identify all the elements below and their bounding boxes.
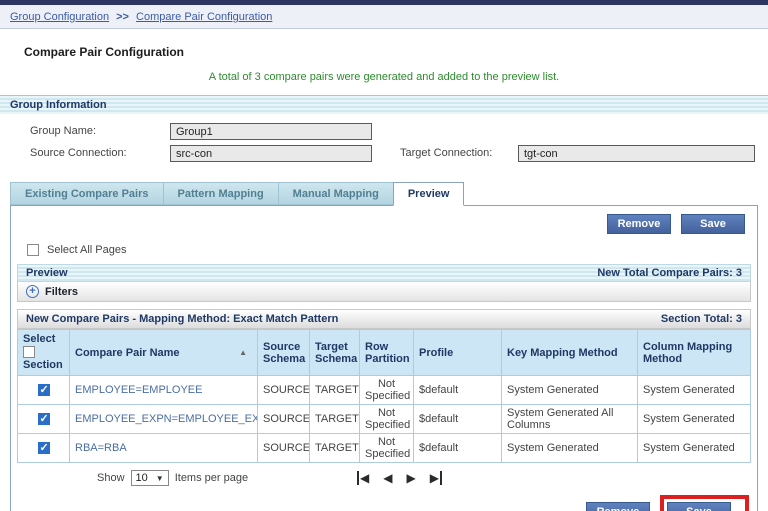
source-schema-cell: SOURCE — [257, 375, 310, 405]
items-per-page-select[interactable]: 10 ▼ — [130, 470, 169, 486]
table-row: RBA=RBA SOURCE TARGET Not Specified $def… — [17, 433, 751, 463]
compare-pair-name-cell[interactable]: EMPLOYEE_EXPN=EMPLOYEE_EXPN — [69, 404, 258, 434]
column-mapping-cell: System Generated — [637, 404, 751, 434]
save-button-bottom[interactable]: Save — [667, 502, 731, 511]
row-partition-cell: Not Specified — [359, 433, 414, 463]
source-schema-cell: SOURCE — [257, 404, 310, 434]
select-header-text: Select — [23, 333, 56, 345]
target-schema-cell: TARGET — [309, 404, 360, 434]
red-highlight-annotation: Save — [660, 495, 749, 511]
column-header-target-schema: Target Schema — [309, 329, 360, 376]
tab-preview[interactable]: Preview — [392, 182, 465, 206]
column-header-column-mapping-method: Column Mapping Method — [637, 329, 751, 376]
mapping-method-title: New Compare Pairs - Mapping Method: Exac… — [26, 313, 339, 325]
row-checkbox[interactable] — [37, 383, 50, 397]
filters-bar[interactable]: + Filters — [17, 282, 751, 302]
items-per-page-value: 10 — [135, 472, 148, 484]
group-name-field[interactable]: Group1 — [170, 122, 372, 140]
select-all-pages-label: Select All Pages — [47, 244, 127, 256]
status-message: A total of 3 compare pairs were generate… — [208, 71, 560, 83]
column-header-source-schema: Source Schema — [257, 329, 310, 376]
section-total: Section Total: 3 — [660, 313, 742, 325]
remove-button-top[interactable]: Remove — [607, 214, 671, 234]
source-schema-cell: SOURCE — [257, 433, 310, 463]
group-name-label: Group Name: — [30, 125, 97, 137]
column-mapping-cell: System Generated — [637, 433, 751, 463]
table-row: EMPLOYEE_EXPN=EMPLOYEE_EXPN SOURCE TARGE… — [17, 404, 751, 434]
tab-bar: Existing Compare Pairs Pattern Mapping M… — [10, 182, 768, 206]
tab-existing-compare-pairs[interactable]: Existing Compare Pairs — [10, 182, 163, 205]
row-partition-cell: Not Specified — [359, 375, 414, 405]
select-all-rows-checkbox[interactable] — [23, 346, 35, 359]
last-page-icon[interactable]: ▶ — [430, 471, 442, 485]
target-connection-label: Target Connection: — [400, 147, 493, 159]
compare-pairs-table: Select Section Compare Pair Name ▲ Sourc… — [17, 329, 751, 463]
target-schema-cell: TARGET — [309, 375, 360, 405]
sort-ascending-icon[interactable]: ▲ — [239, 348, 247, 357]
row-checkbox[interactable] — [37, 412, 50, 426]
table-header-row: Select Section Compare Pair Name ▲ Sourc… — [17, 329, 751, 376]
target-connection-field[interactable]: tgt-con — [518, 144, 755, 162]
select-all-pages-checkbox[interactable] — [27, 244, 39, 256]
column-header-row-partition: Row Partition — [359, 329, 414, 376]
compare-pair-name-header-text: Compare Pair Name — [75, 346, 180, 359]
column-header-key-mapping-method: Key Mapping Method — [501, 329, 638, 376]
key-mapping-cell: System Generated — [501, 375, 638, 405]
new-total-compare-pairs: New Total Compare Pairs: 3 — [597, 267, 742, 279]
previous-page-icon[interactable]: ◀ — [383, 471, 392, 485]
tab-pattern-mapping[interactable]: Pattern Mapping — [162, 182, 278, 205]
compare-pair-name-cell[interactable]: RBA=RBA — [69, 433, 258, 463]
column-mapping-cell: System Generated — [637, 375, 751, 405]
preview-tab-panel: Remove Save Select All Pages Preview New… — [10, 205, 758, 511]
source-connection-label: Source Connection: — [30, 147, 127, 159]
column-header-profile: Profile — [413, 329, 502, 376]
profile-cell: $default — [413, 433, 502, 463]
breadcrumb: Group Configuration >> Compare Pair Conf… — [0, 5, 768, 29]
chevron-down-icon: ▼ — [155, 473, 164, 483]
remove-button-bottom[interactable]: Remove — [586, 502, 650, 511]
row-partition-cell: Not Specified — [359, 404, 414, 434]
items-per-page-label: Items per page — [174, 472, 249, 484]
section-header-text: Section — [23, 359, 63, 371]
row-checkbox[interactable] — [37, 441, 50, 455]
bottom-toolbar: Remove Save — [17, 495, 751, 511]
expand-plus-icon[interactable]: + — [26, 285, 39, 298]
top-toolbar: Remove Save — [17, 214, 751, 234]
compare-pair-name-cell[interactable]: EMPLOYEE=EMPLOYEE — [69, 375, 258, 405]
breadcrumb-link-compare-pair-configuration[interactable]: Compare Pair Configuration — [136, 11, 272, 23]
source-connection-field[interactable]: src-con — [170, 144, 372, 162]
page-title: Compare Pair Configuration — [24, 45, 185, 59]
breadcrumb-link-group-configuration[interactable]: Group Configuration — [10, 11, 109, 23]
key-mapping-cell: System Generated — [501, 433, 638, 463]
tab-manual-mapping[interactable]: Manual Mapping — [277, 182, 393, 205]
column-header-compare-pair-name[interactable]: Compare Pair Name ▲ — [69, 329, 258, 376]
breadcrumb-separator: >> — [116, 11, 129, 23]
pagination-bar: Show 10 ▼ Items per page ◀ ◀ ▶ ▶ — [17, 468, 751, 488]
target-schema-cell: TARGET — [309, 433, 360, 463]
preview-section-header: Preview New Total Compare Pairs: 3 — [17, 264, 751, 282]
key-mapping-cell: System Generated All Columns — [501, 404, 638, 434]
show-label: Show — [97, 472, 125, 484]
column-header-select-section: Select Section — [17, 329, 70, 376]
group-information-header: Group Information — [0, 95, 768, 114]
profile-cell: $default — [413, 375, 502, 405]
next-page-icon[interactable]: ▶ — [406, 471, 415, 485]
first-page-icon[interactable]: ◀ — [357, 471, 369, 485]
save-button-top[interactable]: Save — [681, 214, 745, 234]
preview-section-title: Preview — [26, 267, 68, 279]
table-row: EMPLOYEE=EMPLOYEE SOURCE TARGET Not Spec… — [17, 375, 751, 405]
compare-pairs-section-header: New Compare Pairs - Mapping Method: Exac… — [17, 309, 751, 329]
filters-label: Filters — [45, 285, 79, 298]
profile-cell: $default — [413, 404, 502, 434]
group-information-fields: Group Name: Group1 Source Connection: sr… — [0, 114, 768, 168]
